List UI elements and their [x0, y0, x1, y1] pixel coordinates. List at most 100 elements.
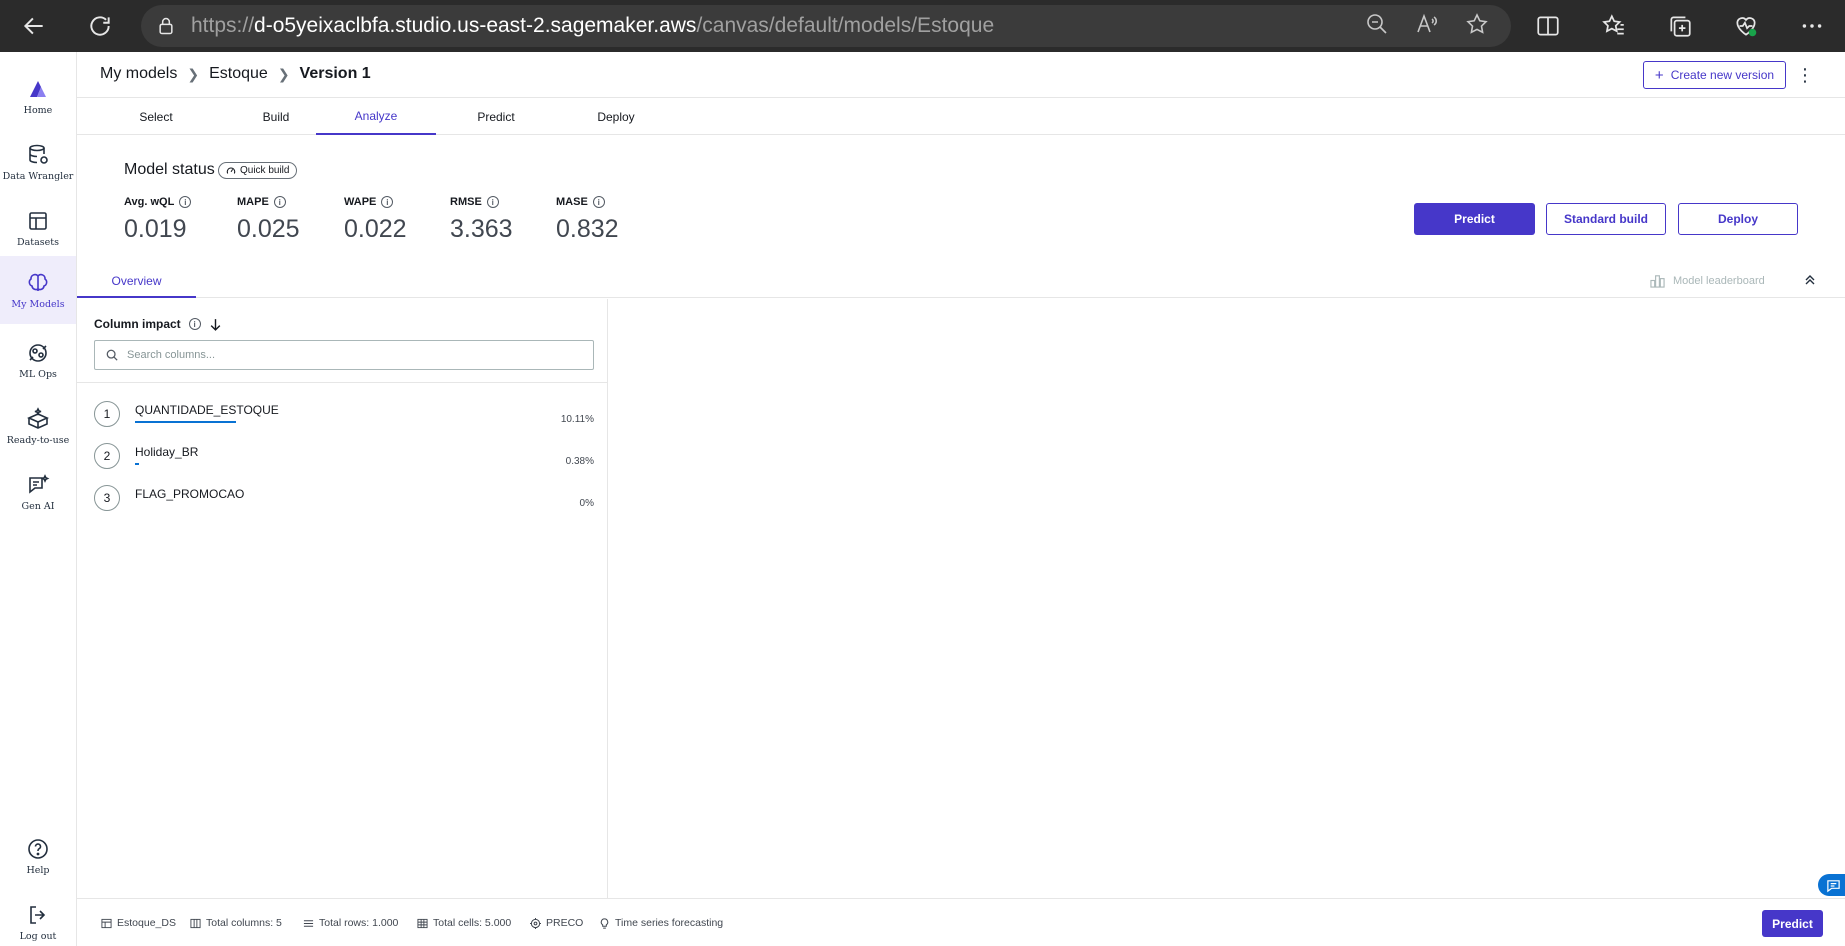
predict-button[interactable]: Predict [1414, 203, 1535, 235]
tab-predict[interactable]: Predict [436, 98, 556, 135]
sidebar-item-help[interactable]: Help [0, 824, 76, 888]
metric-label: RMSE [450, 196, 482, 208]
divider [77, 382, 608, 383]
sidebar-item-label: Data Wrangler [2, 170, 74, 182]
metric-label: Avg. wQL [124, 196, 175, 208]
list-item[interactable]: 3 FLAG_PROMOCAO 0% [94, 478, 594, 520]
rank-badge: 2 [94, 443, 120, 469]
metric-label: MAPE [237, 196, 269, 208]
zoom-out-icon[interactable] [1365, 12, 1389, 41]
column-impact-title: Column impact [94, 317, 181, 331]
left-sidebar: Home Data Wrangler Datasets My Models ML… [0, 52, 77, 946]
target-column-text: PRECO [546, 917, 584, 929]
table-icon [29, 211, 47, 230]
info-icon[interactable]: i [273, 196, 286, 208]
chat-sparkle-icon [29, 473, 50, 494]
kebab-menu-icon[interactable]: ⋮ [1795, 61, 1815, 89]
deploy-button[interactable]: Deploy [1678, 203, 1798, 235]
refresh-icon[interactable] [74, 0, 126, 52]
read-aloud-icon[interactable] [1415, 12, 1439, 41]
split-screen-icon[interactable] [1515, 0, 1581, 52]
search-input[interactable] [127, 349, 567, 361]
column-name: Holiday_BR [135, 445, 199, 459]
impact-bar-track [135, 505, 395, 507]
sidebar-item-ready-to-use[interactable]: Ready-to-use [0, 394, 76, 458]
more-icon[interactable] [1779, 0, 1845, 52]
sidebar-item-home[interactable]: Home [0, 64, 76, 128]
column-impact-panel: Column impact i 1 QUANTIDADE_ESTOQUE 10.… [77, 299, 608, 899]
total-cells-text: Total cells: 5.000 [433, 917, 512, 929]
sidebar-item-label: Datasets [17, 236, 59, 248]
tab-analyze[interactable]: Analyze [316, 98, 436, 135]
list-item[interactable]: 2 Holiday_BR 0.38% [94, 436, 594, 478]
breadcrumb-my-models[interactable]: My models [100, 65, 177, 83]
model-leaderboard-link[interactable]: Model leaderboard [1650, 273, 1765, 288]
favorite-star-icon[interactable] [1465, 12, 1489, 41]
info-icon[interactable]: i [381, 196, 394, 208]
chevron-right-icon: ❯ [277, 65, 290, 82]
columns-icon [190, 918, 201, 928]
tab-select[interactable]: Select [96, 98, 216, 135]
collections-icon[interactable] [1647, 0, 1713, 52]
info-icon[interactable]: i [179, 196, 192, 208]
metric-label: WAPE [344, 196, 377, 208]
column-name: FLAG_PROMOCAO [135, 487, 245, 501]
sidebar-item-label: My Models [11, 298, 65, 310]
breadcrumb-estoque[interactable]: Estoque [209, 65, 268, 83]
quick-build-badge: Quick build [218, 162, 298, 179]
page-header: My models ❯ Estoque ❯ Version 1 + Create… [77, 52, 1845, 98]
metric-value: 3.363 [450, 215, 513, 243]
sidebar-item-datasets[interactable]: Datasets [0, 196, 76, 260]
metric-rmse: RMSE i 3.363 [450, 196, 513, 244]
model-type-text: Time series forecasting [615, 917, 724, 929]
sidebar-item-my-models[interactable]: My Models [0, 256, 76, 324]
sidebar-item-ml-ops[interactable]: ML Ops [0, 328, 76, 392]
grid-icon [417, 918, 428, 928]
search-icon [106, 349, 118, 361]
footer-model-type: Time series forecasting [599, 917, 723, 929]
breadcrumb: My models ❯ Estoque ❯ Version 1 [100, 65, 371, 83]
gauge-icon [226, 167, 236, 174]
browser-toolbar: https://d-o5yeixaclbfa.studio.us-east-2.… [0, 0, 1845, 52]
dataset-name: Estoque_DS [117, 917, 176, 929]
info-icon[interactable]: i [592, 196, 605, 208]
total-columns-text: Total columns: 5 [206, 917, 282, 929]
sidebar-item-label: Home [23, 104, 53, 116]
metric-label: MASE [556, 196, 588, 208]
total-rows-text: Total rows: 1.000 [319, 917, 399, 929]
info-icon[interactable]: i [188, 318, 201, 330]
info-icon[interactable]: i [486, 196, 499, 208]
quick-build-label: Quick build [240, 165, 290, 176]
chat-feedback-icon[interactable] [1818, 874, 1845, 896]
impact-percent: 0.38% [565, 456, 594, 467]
footer-predict-button[interactable]: Predict [1762, 910, 1823, 937]
sidebar-item-gen-ai[interactable]: Gen AI [0, 460, 76, 524]
create-new-version-button[interactable]: + Create new version [1643, 61, 1786, 89]
back-icon[interactable] [8, 0, 60, 52]
chevron-right-icon: ❯ [187, 65, 200, 82]
lock-icon[interactable] [141, 16, 191, 36]
breadcrumb-current-version: Version 1 [299, 65, 371, 82]
address-bar[interactable]: https://d-o5yeixaclbfa.studio.us-east-2.… [141, 5, 1511, 47]
standard-build-button[interactable]: Standard build [1546, 203, 1666, 235]
favorites-icon[interactable] [1581, 0, 1647, 52]
sidebar-item-data-wrangler[interactable]: Data Wrangler [0, 130, 76, 194]
sidebar-item-label: Ready-to-use [6, 434, 70, 446]
metric-wape: WAPE i 0.022 [344, 196, 407, 244]
footer-target-column: PRECO [530, 917, 583, 929]
workflow-steps: Select Build Analyze Predict Deploy [77, 98, 1845, 135]
tab-deploy[interactable]: Deploy [556, 98, 676, 135]
metric-mase: MASE i 0.832 [556, 196, 619, 244]
sort-arrow-down-icon[interactable] [209, 318, 222, 331]
rows-icon [303, 919, 314, 927]
metric-avg-wql: Avg. wQL i 0.019 [124, 196, 192, 244]
collapse-icon[interactable] [1802, 272, 1818, 288]
box-icon [27, 406, 49, 429]
list-item[interactable]: 1 QUANTIDADE_ESTOQUE 10.11% [94, 394, 594, 436]
tab-overview[interactable]: Overview [77, 265, 196, 298]
search-columns-field[interactable] [94, 340, 594, 370]
impact-percent: 10.11% [560, 414, 594, 425]
sidebar-item-log-out[interactable]: Log out [0, 890, 76, 946]
browser-essentials-icon[interactable] [1713, 0, 1779, 52]
logout-icon [30, 905, 46, 924]
